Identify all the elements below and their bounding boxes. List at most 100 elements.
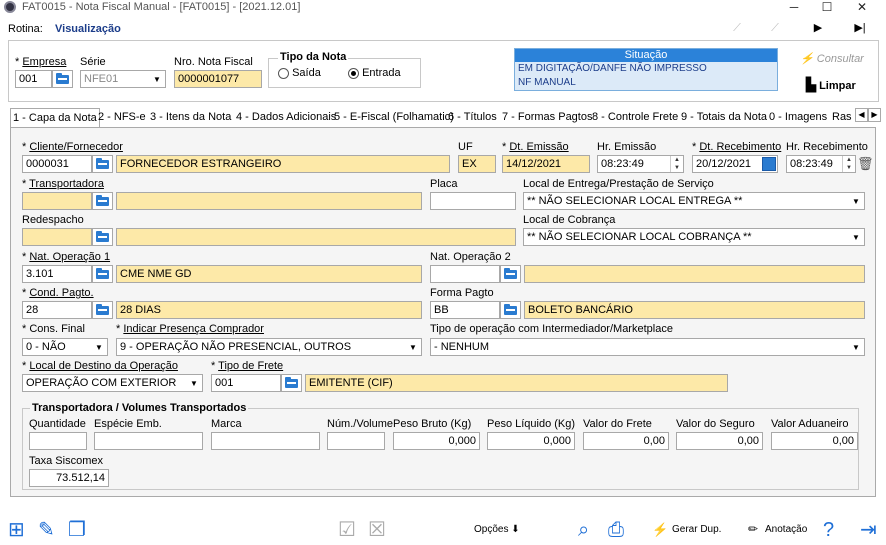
tab-scroll-right-icon[interactable]: ▶ — [868, 108, 881, 122]
tab-titulos[interactable]: 6 - Títulos — [446, 108, 499, 127]
tab-dados-adicionais[interactable]: 4 - Dados Adicionais — [234, 108, 338, 127]
tab-itens[interactable]: 3 - Itens da Nota — [148, 108, 233, 127]
radio-saida[interactable]: Saída — [278, 67, 321, 79]
radio-entrada-circle[interactable] — [348, 67, 359, 79]
valor-frete-input[interactable]: 0,00 — [583, 432, 669, 450]
printer-icon[interactable]: ⎙ — [608, 518, 624, 542]
lightning-icon: ⚡ — [652, 522, 669, 537]
marca-input[interactable] — [211, 432, 320, 450]
valor-aduaneiro-input[interactable]: 0,00 — [771, 432, 858, 450]
nav-first-icon[interactable]: ⟋ — [727, 20, 747, 36]
tab-capa[interactable]: 1 - Capa da Nota — [10, 108, 100, 128]
peso-liquido-input[interactable]: 0,000 — [487, 432, 575, 450]
search-icon[interactable]: ⌕ — [578, 518, 589, 542]
edit-icon[interactable]: ✎ — [38, 518, 55, 542]
gerar-dup-button[interactable]: Gerar Dup. — [672, 524, 721, 535]
quantidade-input[interactable] — [29, 432, 87, 450]
radio-entrada[interactable]: Entrada — [348, 67, 401, 79]
eraser-icon: ▙ — [806, 77, 816, 92]
copy-icon[interactable]: ❐ — [68, 518, 86, 542]
opcoes-button[interactable]: Opções ⬇ — [474, 524, 520, 535]
nro-nota-input[interactable]: 0000001077 — [174, 70, 262, 88]
local-cobranca-select[interactable]: ** NÃO SELECIONAR LOCAL COBRANÇA ** ▼ — [523, 228, 865, 246]
presenca-select[interactable]: 9 - OPERAÇÃO NÃO PRESENCIAL, OUTROS ▼ — [116, 338, 422, 356]
redespacho-name-input[interactable] — [116, 228, 516, 246]
especie-input[interactable] — [94, 432, 203, 450]
nat-op2-code-input[interactable] — [430, 265, 500, 283]
presenca-label: * Indicar Presença Comprador — [116, 323, 264, 335]
redespacho-code-input[interactable] — [22, 228, 92, 246]
confirm-disabled-icon[interactable]: ☑ — [338, 518, 356, 542]
close-button[interactable]: ✕ — [848, 0, 876, 16]
dt-emissao-input[interactable]: 14/12/2021 — [502, 155, 590, 173]
taxa-siscomex-label: Taxa Siscomex — [29, 455, 103, 467]
tab-scroll-left-icon[interactable]: ◀ — [855, 108, 868, 122]
cond-pagto-lookup-button[interactable] — [92, 301, 113, 319]
empresa-lookup-button[interactable] — [52, 70, 73, 88]
forma-pagto-name-input[interactable]: BOLETO BANCÁRIO — [524, 301, 865, 319]
cancel-disabled-icon[interactable]: ☒ — [368, 518, 386, 542]
cond-pagto-name-input[interactable]: 28 DIAS — [116, 301, 422, 319]
hr-emissao-input[interactable]: 08:23:49 ▲ ▼ — [597, 155, 684, 173]
minimize-button[interactable]: ─ — [780, 0, 808, 16]
uf-input[interactable]: EX — [458, 155, 496, 173]
hr-receb-input[interactable]: 08:23:49 ▲ ▼ — [786, 155, 856, 173]
cliente-name-input[interactable]: FORNECEDOR ESTRANGEIRO — [116, 155, 450, 173]
placa-input[interactable] — [430, 192, 516, 210]
forma-pagto-code-input[interactable]: BB — [430, 301, 500, 319]
transportadora-lookup-button[interactable] — [92, 192, 113, 210]
hr-emissao-label: Hr. Emissão — [597, 141, 657, 153]
nat-op2-name-input[interactable] — [524, 265, 865, 283]
spinner-icon[interactable]: ▲ ▼ — [842, 156, 855, 172]
intermediador-select[interactable]: - NENHUM ▼ — [430, 338, 865, 356]
tipo-frete-lookup-button[interactable] — [281, 374, 302, 392]
dt-receb-input[interactable]: 20/12/2021 — [692, 155, 778, 173]
tab-imagens[interactable]: 0 - Imagens — [767, 108, 829, 127]
tipo-frete-code-input[interactable]: 001 — [211, 374, 281, 392]
uf-label: UF — [458, 141, 473, 153]
tab-ras[interactable]: Ras — [830, 108, 854, 127]
peso-bruto-input[interactable]: 0,000 — [393, 432, 480, 450]
trash-icon[interactable]: 🗑 — [857, 156, 874, 172]
add-record-icon[interactable]: ⊞ — [8, 518, 25, 542]
chevron-down-icon: ▼ — [190, 378, 198, 388]
maximize-button[interactable]: ☐ — [813, 0, 841, 16]
limpar-button[interactable]: ▙ Limpar — [806, 77, 856, 93]
nav-next-icon[interactable]: ▶ — [808, 20, 828, 36]
nav-prev-icon[interactable]: ⟋ — [765, 20, 785, 36]
tab-controle-frete[interactable]: 8 - Controle Frete — [590, 108, 680, 127]
exit-icon[interactable]: ⇥ — [860, 518, 877, 542]
serie-select[interactable]: NFE01 ▼ — [80, 70, 166, 88]
radio-saida-circle[interactable] — [278, 67, 289, 79]
consultar-button[interactable]: ⚡ Consultar — [800, 52, 864, 65]
tab-totais[interactable]: 9 - Totais da Nota — [679, 108, 769, 127]
valor-seguro-input[interactable]: 0,00 — [676, 432, 763, 450]
tab-formas-pagtos[interactable]: 7 - Formas Pagtos — [500, 108, 594, 127]
help-icon[interactable]: ? — [823, 518, 834, 542]
forma-pagto-lookup-button[interactable] — [500, 301, 521, 319]
nat-op1-name-input[interactable]: CME NME GD — [116, 265, 422, 283]
cond-pagto-code-input[interactable]: 28 — [22, 301, 92, 319]
transportadora-code-input[interactable] — [22, 192, 92, 210]
nat-op2-lookup-button[interactable] — [500, 265, 521, 283]
empresa-input[interactable]: 001 — [15, 70, 52, 88]
cliente-lookup-button[interactable] — [92, 155, 113, 173]
cliente-code-input[interactable]: 0000031 — [22, 155, 92, 173]
num-volume-input[interactable] — [327, 432, 385, 450]
nat-op1-code-input[interactable]: 3.101 — [22, 265, 92, 283]
calendar-icon[interactable] — [762, 157, 776, 171]
local-destino-select[interactable]: OPERAÇÃO COM EXTERIOR ▼ — [22, 374, 203, 392]
taxa-siscomex-input[interactable]: 73.512,14 — [29, 469, 109, 487]
transportadora-name-input[interactable] — [116, 192, 422, 210]
local-entrega-select[interactable]: ** NÃO SELECIONAR LOCAL ENTREGA ** ▼ — [523, 192, 865, 210]
tab-nfse[interactable]: 2 - NFS-e — [96, 108, 148, 127]
nro-nota-label: Nro. Nota Fiscal — [174, 56, 253, 68]
spinner-icon[interactable]: ▲ ▼ — [670, 156, 683, 172]
tab-efiscal[interactable]: 5 - E-Fiscal (Folhamatic) — [332, 108, 456, 127]
tipo-frete-name-input[interactable]: EMITENTE (CIF) — [305, 374, 728, 392]
nat-op1-lookup-button[interactable] — [92, 265, 113, 283]
cons-final-select[interactable]: 0 - NÃO ▼ — [22, 338, 108, 356]
redespacho-lookup-button[interactable] — [92, 228, 113, 246]
nav-last-icon[interactable]: ▶| — [850, 20, 870, 36]
anotacao-button[interactable]: Anotação — [765, 524, 807, 535]
